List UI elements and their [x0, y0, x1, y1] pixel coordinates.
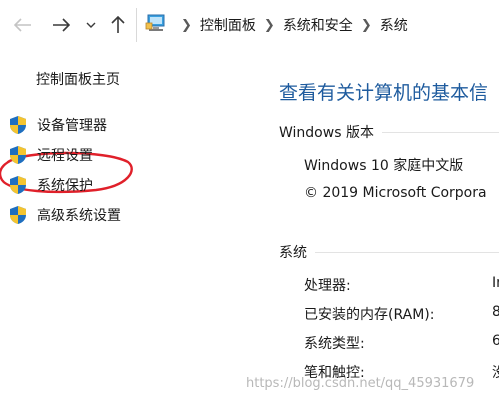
- sidebar-item-advanced-settings[interactable]: 高级系统设置: [8, 204, 121, 226]
- breadcrumb-system[interactable]: 系统: [380, 15, 408, 35]
- page-title: 查看有关计算机的基本信: [279, 82, 489, 104]
- system-type-label: 系统类型:: [304, 336, 365, 352]
- copyright-text: © 2019 Microsoft Corpora: [304, 185, 487, 201]
- sidebar-item-label: 系统保护: [37, 178, 93, 194]
- sidebar-item-label: 高级系统设置: [37, 208, 121, 224]
- shield-icon: [10, 176, 26, 194]
- chevron-right-icon: ❯: [360, 17, 372, 33]
- control-panel-icon: [145, 14, 167, 36]
- breadcrumb-system-security[interactable]: 系统和安全: [283, 15, 353, 35]
- section-header-edition: Windows 版本: [279, 122, 499, 142]
- chevron-down-icon[interactable]: [83, 13, 99, 37]
- processor-value: In: [492, 275, 499, 291]
- shield-icon: [10, 146, 26, 164]
- pen-touch-value: 没: [492, 362, 499, 382]
- system-type-value: 6: [492, 333, 499, 349]
- ram-value: 8: [492, 304, 499, 320]
- section-header-system: 系统: [279, 242, 499, 262]
- section-heading: Windows 版本: [279, 125, 374, 141]
- forward-arrow-icon[interactable]: [50, 13, 72, 37]
- main-content: 查看有关计算机的基本信 Windows 版本 Windows 10 家庭中文版 …: [262, 50, 499, 405]
- address-bar[interactable]: ❯ 控制面板 ❯ 系统和安全 ❯ 系统: [136, 8, 499, 42]
- sidebar-item-label: 设备管理器: [37, 118, 107, 134]
- sidebar-item-system-protection[interactable]: 系统保护: [8, 174, 93, 196]
- shield-icon: [10, 116, 26, 134]
- breadcrumb-control-panel[interactable]: 控制面板: [200, 15, 256, 35]
- up-arrow-icon[interactable]: [107, 13, 129, 37]
- sidebar-item-label: 远程设置: [37, 148, 93, 164]
- sidebar-item-device-manager[interactable]: 设备管理器: [8, 114, 107, 136]
- divider: [381, 131, 499, 133]
- section-heading: 系统: [279, 245, 307, 261]
- processor-label: 处理器:: [304, 278, 351, 294]
- divider: [315, 251, 499, 253]
- shield-icon: [10, 206, 26, 224]
- navigation-bar: ❯ 控制面板 ❯ 系统和安全 ❯ 系统: [0, 0, 499, 50]
- edition-name: Windows 10 家庭中文版: [304, 158, 464, 174]
- control-panel-home-link[interactable]: 控制面板主页: [36, 69, 120, 89]
- back-arrow-icon[interactable]: [12, 13, 34, 37]
- sidebar-item-remote-settings[interactable]: 远程设置: [8, 144, 93, 166]
- breadcrumb: ❯ 控制面板 ❯ 系统和安全 ❯ 系统: [137, 8, 408, 42]
- chevron-right-icon: ❯: [263, 17, 275, 33]
- watermark: https://blog.csdn.net/qq_45931679: [246, 376, 475, 391]
- chevron-right-icon: ❯: [181, 17, 192, 33]
- ram-label: 已安装的内存(RAM):: [304, 307, 435, 323]
